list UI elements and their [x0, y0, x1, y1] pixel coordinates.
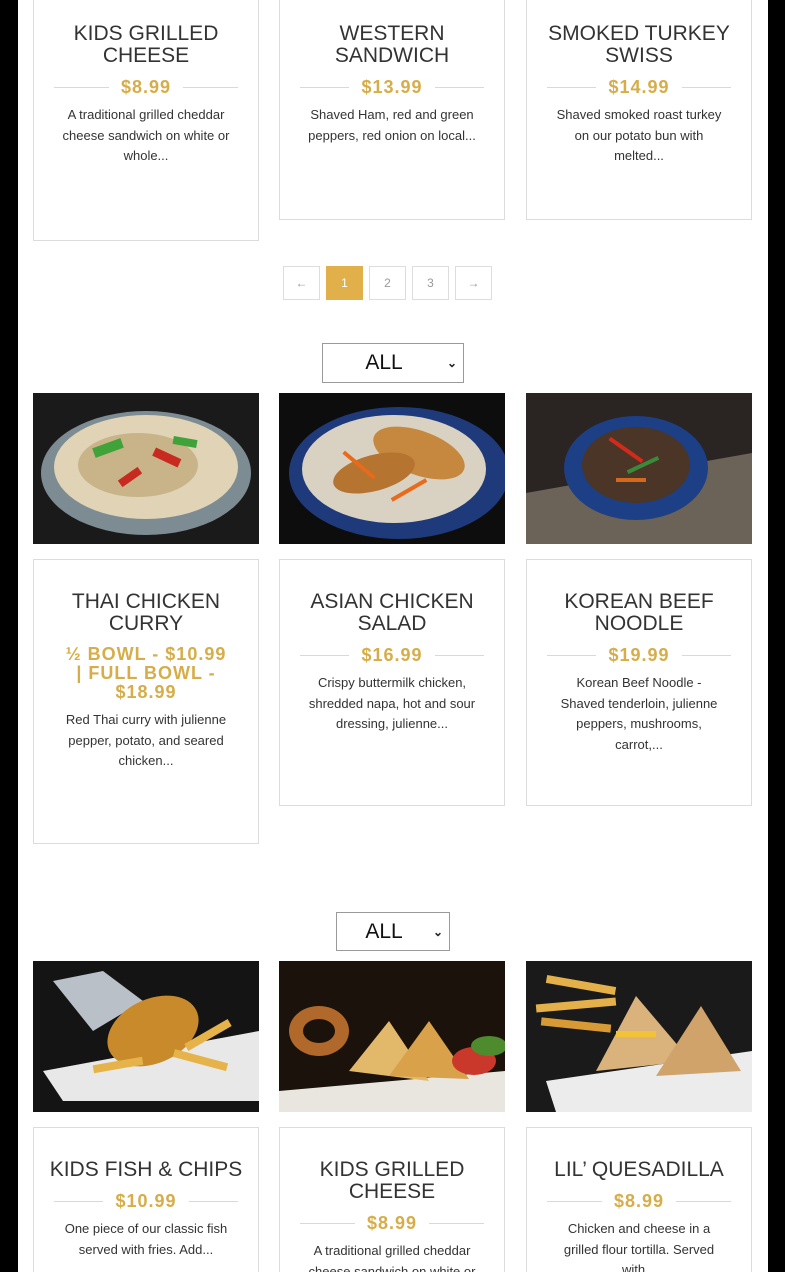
item-photo-kids-fish-and-chips[interactable]: [33, 961, 259, 1112]
filter-selected-value: ALL: [365, 351, 403, 374]
item-photo-lil-quesadilla[interactable]: [526, 961, 752, 1112]
filter-selected-value: ALL: [365, 919, 403, 943]
menu-page: KIDS GRILLED CHEESE $8.99 A traditional …: [18, 0, 768, 1272]
item-description: Shaved Ham, red and green peppers, red o…: [308, 107, 476, 143]
menu-card-thai-chicken-curry[interactable]: THAI CHICKEN CURRY ½ BOWL - $10.99 | FUL…: [33, 559, 259, 844]
menu-card-western-sandwich[interactable]: WESTERN SANDWICH $13.99 Shaved Ham, red …: [279, 0, 505, 220]
pagination-prev-button[interactable]: ←: [283, 266, 320, 300]
price-row: $13.99: [300, 77, 484, 97]
item-description: Shaved smoked roast turkey on our potato…: [556, 107, 722, 163]
item-photo-asian-chicken-salad[interactable]: [279, 393, 505, 544]
item-photo-korean-beef-noodle[interactable]: [526, 393, 752, 544]
chevron-down-icon: ⌄: [446, 356, 457, 370]
item-price: $10.99: [115, 1191, 177, 1211]
price-row: $8.99: [54, 77, 239, 97]
price-row: $8.99: [547, 1191, 732, 1211]
item-description: One piece of our classic fish served wit…: [64, 1221, 228, 1257]
price-row: $16.99: [300, 645, 484, 665]
item-price: $8.99: [120, 77, 172, 97]
item-price: $13.99: [361, 77, 423, 97]
item-description: Chicken and cheese in a grilled flour to…: [563, 1221, 715, 1272]
item-title: KIDS GRILLED CHEESE: [319, 1158, 465, 1203]
price-row: $8.99: [300, 1213, 485, 1233]
item-price: $19.99: [608, 645, 670, 665]
item-description: Red Thai curry with julienne pepper, pot…: [65, 712, 227, 768]
item-photo-kids-grilled-cheese[interactable]: [279, 961, 505, 1112]
item-title: LIL’ QUESADILLA: [554, 1158, 724, 1181]
pagination-next-button[interactable]: →: [455, 266, 492, 300]
menu-card-smoked-turkey-swiss[interactable]: SMOKED TURKEY SWISS $14.99 Shaved smoked…: [526, 0, 752, 220]
item-price: $8.99: [366, 1213, 418, 1233]
menu-card-lil-quesadilla[interactable]: LIL’ QUESADILLA $8.99 Chicken and cheese…: [526, 1127, 752, 1272]
pagination: ← 1 2 3 →: [283, 266, 498, 300]
pagination-page-3[interactable]: 3: [412, 266, 449, 300]
item-title: THAI CHICKEN CURRY: [71, 590, 221, 635]
menu-card-asian-chicken-salad[interactable]: ASIAN CHICKEN SALAD $16.99 Crispy butter…: [279, 559, 505, 806]
menu-card-kids-grilled-cheese-2[interactable]: KIDS GRILLED CHEESE $8.99 A traditional …: [279, 1127, 505, 1272]
item-description: A traditional grilled cheddar cheese san…: [62, 107, 230, 163]
category-filter-select[interactable]: ALL ⌄: [322, 343, 464, 383]
item-price: $16.99: [361, 645, 423, 665]
category-filter-select[interactable]: ALL ⌄: [336, 912, 450, 951]
chevron-down-icon: ⌄: [432, 925, 443, 939]
item-description: A traditional grilled cheddar cheese san…: [308, 1243, 476, 1272]
price-row: $19.99: [547, 645, 731, 665]
item-description: Crispy buttermilk chicken, shredded napa…: [308, 675, 476, 731]
item-price: ½ BOWL - $10.99 | FULL BOWL - $18.99: [65, 644, 227, 702]
item-price: $8.99: [613, 1191, 665, 1211]
price-row: $10.99: [54, 1191, 238, 1211]
item-price: $14.99: [608, 77, 670, 97]
price-row: ½ BOWL - $10.99 | FULL BOWL - $18.99: [54, 645, 238, 702]
menu-card-korean-beef-noodle[interactable]: KOREAN BEEF NOODLE $19.99 Korean Beef No…: [526, 559, 752, 806]
pagination-page-1[interactable]: 1: [326, 266, 363, 300]
item-title: KIDS GRILLED CHEESE: [73, 22, 219, 67]
item-title: KIDS FISH & CHIPS: [49, 1158, 243, 1181]
item-title: KOREAN BEEF NOODLE: [564, 590, 714, 635]
menu-card-kids-fish-and-chips[interactable]: KIDS FISH & CHIPS $10.99 One piece of ou…: [33, 1127, 259, 1272]
pagination-page-2[interactable]: 2: [369, 266, 406, 300]
item-title: ASIAN CHICKEN SALAD: [310, 590, 474, 635]
price-row: $14.99: [547, 77, 731, 97]
item-description: Korean Beef Noodle - Shaved tenderloin, …: [560, 675, 718, 752]
item-photo-thai-chicken-curry[interactable]: [33, 393, 259, 544]
menu-card-kids-grilled-cheese[interactable]: KIDS GRILLED CHEESE $8.99 A traditional …: [33, 0, 259, 241]
item-title: SMOKED TURKEY SWISS: [548, 22, 730, 67]
item-title: WESTERN SANDWICH: [334, 22, 450, 67]
